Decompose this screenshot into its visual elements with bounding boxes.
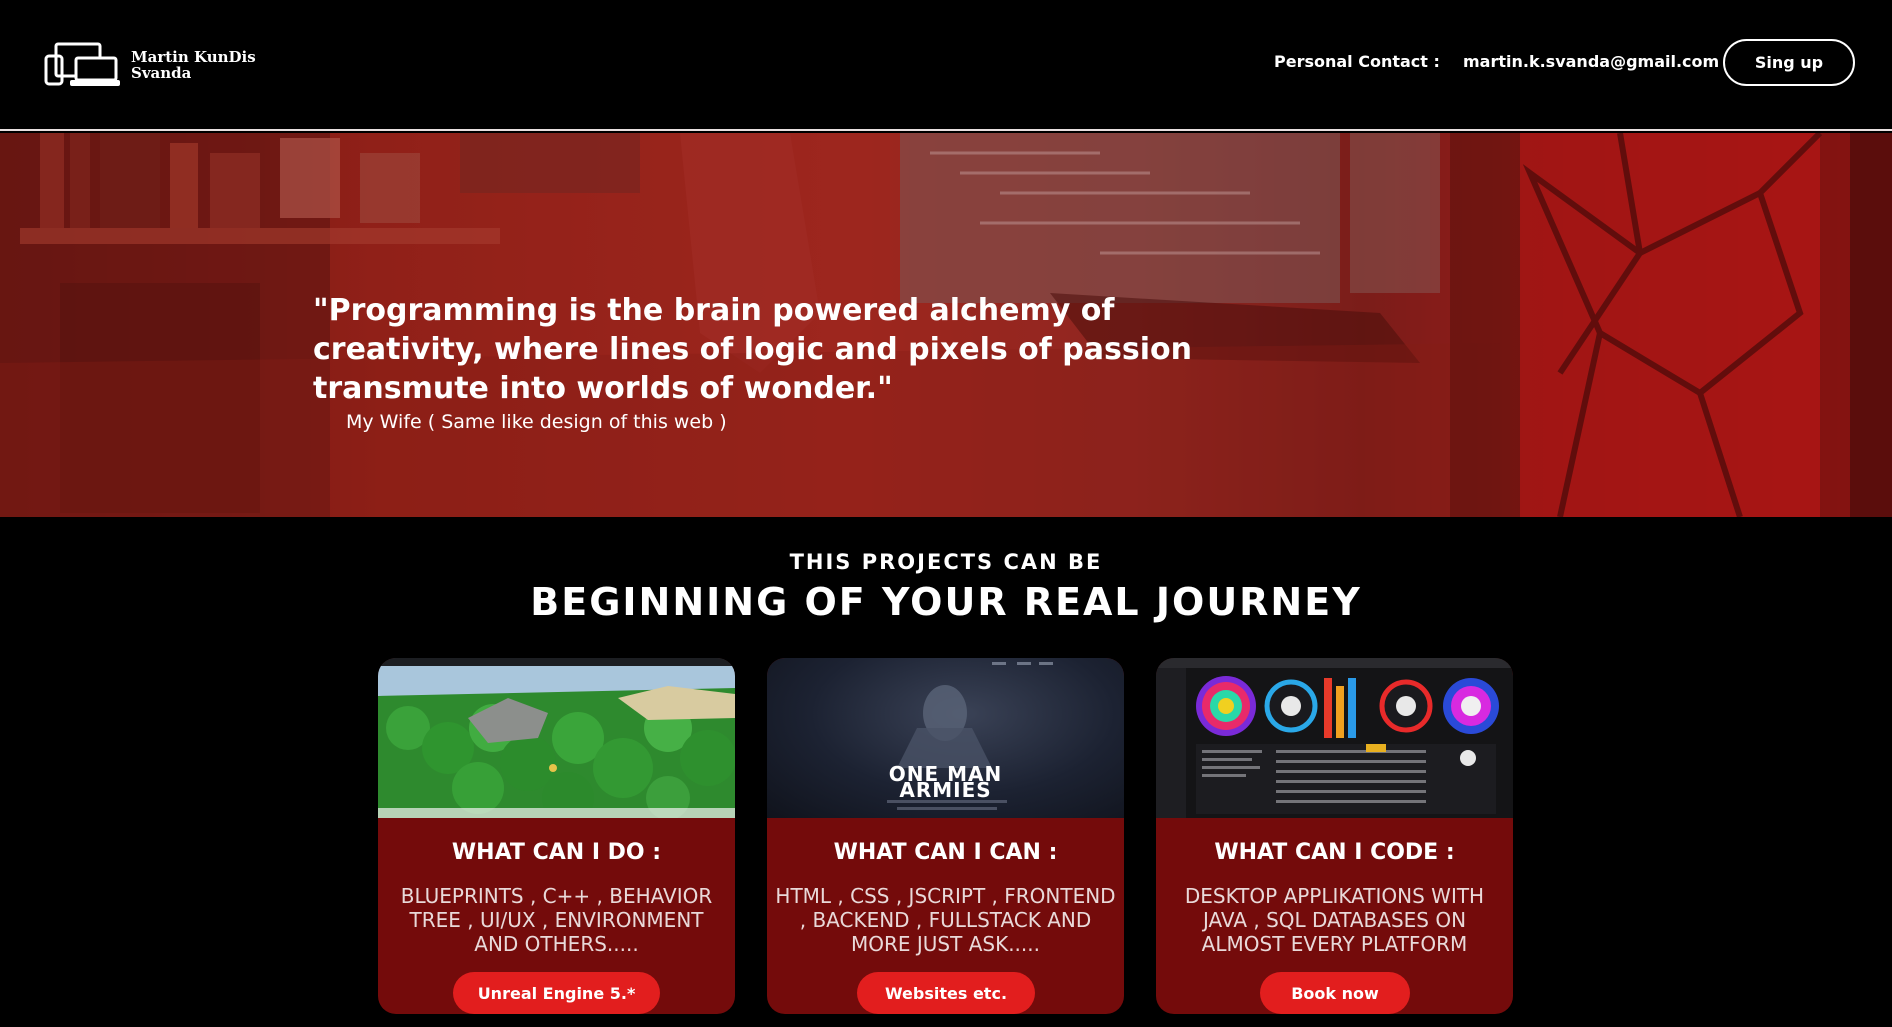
card-title: WHAT CAN I CODE : — [1214, 840, 1455, 865]
unreal-engine-button[interactable]: Unreal Engine 5.* — [453, 972, 660, 1014]
site-header: Martin KunDis Svanda Personal Contact : … — [0, 0, 1892, 131]
quote-author: My Wife ( Same like design of this web ) — [346, 411, 727, 433]
card-image-game-landscape — [378, 658, 735, 818]
contact-email-link[interactable]: martin.k.svanda@gmail.com — [1463, 52, 1719, 71]
card-title: WHAT CAN I DO : — [451, 840, 662, 865]
card-image-website-preview: ONE MAN ARMIES — [767, 658, 1124, 818]
image-headline-line-2: ARMIES — [899, 778, 992, 802]
hero-banner: "Programming is the brain powered alchem… — [0, 133, 1892, 517]
card-image-dj-app — [1156, 658, 1513, 818]
logo-line-1: Martin KunDis — [131, 48, 256, 66]
logo-line-2: Svanda — [131, 64, 192, 82]
logo-text: Martin KunDis Svanda — [131, 49, 256, 81]
devices-icon — [44, 42, 120, 86]
section-subtitle: THIS PROJECTS CAN BE — [789, 550, 1103, 574]
card-title: WHAT CAN I CAN : — [833, 840, 1058, 865]
project-card-unreal: WHAT CAN I DO : BLUEPRINTS , C++ , BEHAV… — [378, 658, 735, 1014]
card-description: BLUEPRINTS , C++ , BEHAVIOR TREE , UI/UX… — [400, 884, 713, 956]
section-title: BEGINNING OF YOUR REAL JOURNEY — [530, 580, 1362, 624]
hero-quote: "Programming is the brain powered alchem… — [313, 293, 1192, 406]
site-logo[interactable]: Martin KunDis Svanda — [44, 42, 256, 88]
project-card-websites: ONE MAN ARMIES WHAT CAN I CAN : HTML , C… — [767, 658, 1124, 1014]
card-description: DESKTOP APPLIKATIONS WITH JAVA , SQL DAT… — [1184, 884, 1485, 956]
websites-button[interactable]: Websites etc. — [857, 972, 1035, 1014]
card-description: HTML , CSS , JSCRIPT , FRONTEND , BACKEN… — [775, 884, 1116, 956]
signup-button[interactable]: Sing up — [1723, 39, 1855, 86]
book-now-button[interactable]: Book now — [1260, 972, 1410, 1014]
contact-label: Personal Contact : — [1274, 52, 1440, 71]
project-card-desktop: WHAT CAN I CODE : DESKTOP APPLIKATIONS W… — [1156, 658, 1513, 1014]
